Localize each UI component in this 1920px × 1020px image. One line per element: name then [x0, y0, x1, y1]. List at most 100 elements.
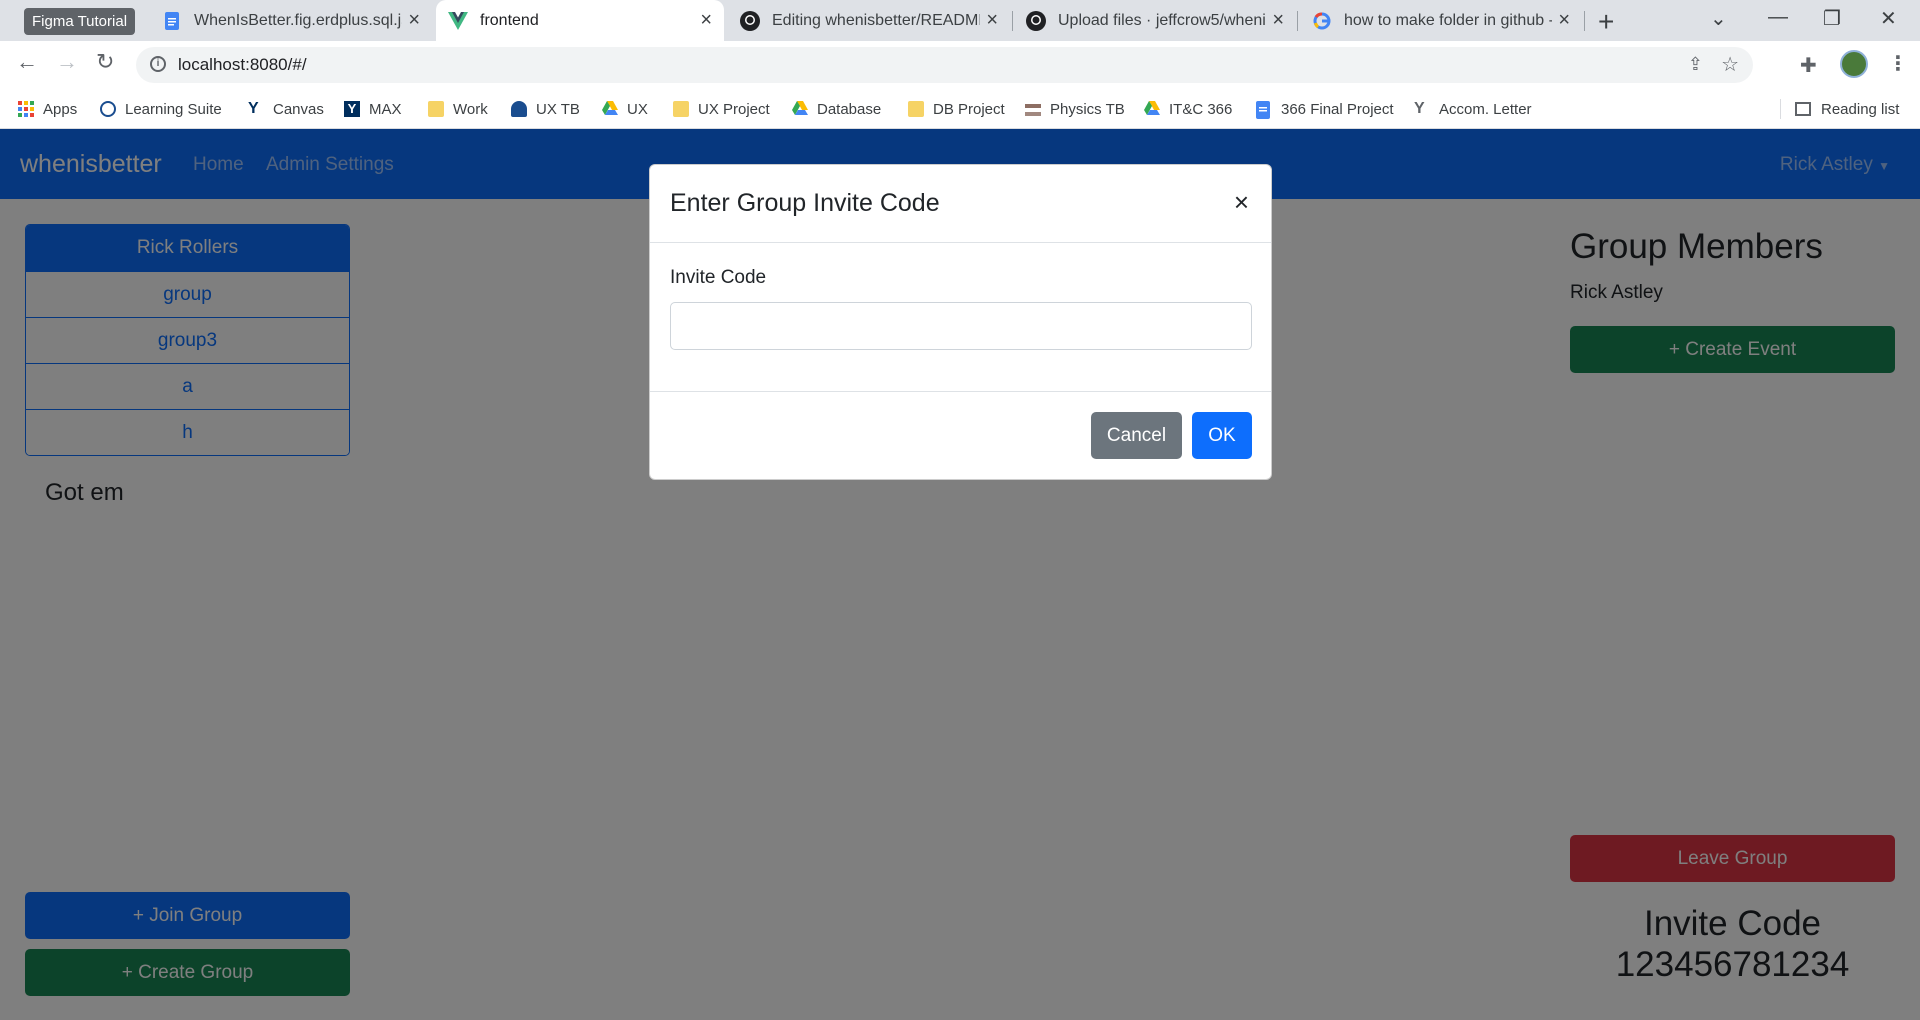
bookmark-label: UX Project [698, 100, 770, 118]
bookmark-learning-suite[interactable]: Learning Suite [100, 89, 222, 129]
drive-icon [792, 101, 808, 117]
invite-code-dialog: Enter Group Invite Code × Invite Code Ca… [649, 164, 1272, 480]
bookmark-label: Database [817, 100, 882, 118]
bookmark-366-final-project[interactable]: 366 Final Project [1256, 89, 1394, 129]
bookmark-label: MAX [369, 100, 402, 118]
github-icon [1026, 10, 1046, 31]
extensions-puzzle-icon[interactable]: ✚ [1800, 53, 1817, 78]
bookmark-accom-letter[interactable]: Y Accom. Letter [1414, 89, 1532, 129]
tab-whenisbetter-json[interactable]: WhenIsBetter.fig.erdplus.sql.json × [150, 0, 432, 41]
tab-google-search[interactable]: how to make folder in github - Google × [1300, 0, 1582, 41]
bookmark-label: Accom. Letter [1439, 100, 1532, 118]
ok-button[interactable]: OK [1192, 412, 1252, 459]
cloud-icon [511, 101, 527, 117]
bookmark-label: Work [453, 100, 488, 118]
tab-frontend[interactable]: frontend × [436, 0, 724, 41]
reading-list[interactable]: Reading list [1795, 89, 1899, 129]
app-viewport: whenisbetter Home Admin Settings Rick As… [0, 129, 1920, 1020]
window-close-icon[interactable]: ✕ [1880, 6, 1897, 31]
invite-code-input[interactable] [670, 302, 1252, 350]
y-box-icon: Y [344, 101, 360, 117]
folder-icon [908, 101, 924, 117]
share-icon[interactable]: ⇪ [1688, 54, 1703, 75]
invite-code-field-label: Invite Code [670, 267, 767, 288]
bookmarks-bar: Apps Learning Suite Y Canvas Y MAX Work UX… [0, 89, 1920, 129]
bookmark-label: Canvas [273, 100, 324, 118]
profile-avatar[interactable] [1840, 50, 1868, 78]
modal-header: Enter Group Invite Code × [650, 165, 1271, 243]
bookmark-ux[interactable]: UX [602, 89, 648, 129]
minimize-icon[interactable]: — [1768, 6, 1788, 29]
bookmark-label: UX [627, 100, 648, 118]
close-icon[interactable]: × [986, 9, 998, 32]
vue-icon [448, 11, 468, 31]
back-arrow-icon[interactable]: ← [16, 49, 38, 75]
bookmark-database[interactable]: Database [792, 89, 881, 129]
tab-editing-readme[interactable]: Editing whenisbetter/README.md × [728, 0, 1010, 41]
bookmark-label: Physics TB [1050, 100, 1125, 118]
y-icon: Y [248, 100, 259, 117]
cancel-button[interactable]: Cancel [1091, 412, 1182, 459]
reading-list-label: Reading list [1821, 100, 1900, 118]
bookmark-label: Learning Suite [125, 100, 222, 118]
tab-title: how to make folder in github - Google [1344, 11, 1552, 29]
modal-title: Enter Group Invite Code [670, 189, 940, 217]
bookmark-db-project[interactable]: DB Project [908, 89, 1005, 129]
close-icon[interactable]: × [1234, 187, 1249, 218]
bookmark-ux-tb[interactable]: UX TB [511, 89, 580, 129]
bookmark-ux-project[interactable]: UX Project [673, 89, 770, 129]
address-bar[interactable]: i localhost:8080/#/ ⇪ ☆ [136, 47, 1753, 83]
tab-separator [1297, 11, 1298, 31]
folder-icon [428, 101, 444, 117]
reload-icon[interactable]: ↻ [96, 49, 114, 75]
google-docs-icon [162, 11, 182, 31]
google-docs-icon [1256, 101, 1272, 119]
tab-separator [1012, 11, 1013, 31]
bookmark-label: 366 Final Project [1281, 100, 1394, 118]
tab-separator [1584, 11, 1585, 31]
bookmark-max[interactable]: Y MAX [344, 89, 402, 129]
bookmark-label: IT&C 366 [1169, 100, 1233, 118]
bookmark-star-icon[interactable]: ☆ [1721, 52, 1739, 77]
github-icon [740, 10, 760, 31]
modal-body: Invite Code [650, 243, 1271, 391]
bookmark-canvas[interactable]: Y Canvas [248, 89, 324, 129]
bookmark-itc-366[interactable]: IT&C 366 [1144, 89, 1232, 129]
drive-icon [602, 101, 618, 117]
tab-title: WhenIsBetter.fig.erdplus.sql.json [194, 11, 402, 29]
close-icon[interactable]: × [408, 9, 420, 32]
forward-arrow-icon[interactable]: → [56, 49, 78, 75]
google-icon [1312, 11, 1332, 31]
books-icon [1025, 104, 1041, 116]
browser-toolbar: ← → ↻ i localhost:8080/#/ ⇪ ☆ ✚ ⋮ [0, 41, 1920, 89]
close-icon[interactable]: × [1558, 9, 1570, 32]
tab-search-icon[interactable]: ⌄ [1710, 6, 1727, 31]
close-icon[interactable]: × [700, 9, 712, 32]
browser-menu-icon[interactable]: ⋮ [1888, 51, 1908, 76]
new-tab-icon[interactable]: + [1598, 6, 1614, 38]
reading-list-icon [1795, 102, 1811, 116]
bookmark-label: UX TB [536, 100, 580, 118]
bookmark-label: DB Project [933, 100, 1005, 118]
modal-footer: Cancel OK [650, 391, 1271, 481]
bookmark-work[interactable]: Work [428, 89, 488, 129]
restore-icon[interactable]: ❐ [1823, 6, 1841, 31]
url-text: localhost:8080/#/ [178, 55, 307, 74]
tab-upload-files[interactable]: Upload files · jeffcrow5/whenisbetter × [1014, 0, 1296, 41]
close-icon[interactable]: × [1272, 9, 1284, 32]
site-info-icon[interactable]: i [150, 56, 166, 72]
tab-title: frontend [480, 11, 539, 29]
tab-figma-tutorial[interactable]: Figma Tutorial [24, 8, 136, 35]
apps-grid-icon [18, 101, 34, 117]
bookmark-apps[interactable]: Apps [18, 89, 77, 129]
folder-icon [673, 101, 689, 117]
bookmark-physics-tb[interactable]: Physics TB [1025, 89, 1125, 129]
tab-strip: Figma Tutorial WhenIsBetter.fig.erdplus.… [0, 0, 1920, 41]
tab-title: Upload files · jeffcrow5/whenisbetter [1058, 11, 1266, 29]
learning-suite-icon [100, 101, 116, 117]
bookmarks-separator [1780, 99, 1781, 119]
y-logo-icon: Y [1414, 100, 1425, 117]
tab-title: Editing whenisbetter/README.md [772, 11, 980, 29]
drive-icon [1144, 101, 1160, 117]
bookmark-label: Apps [43, 100, 78, 118]
